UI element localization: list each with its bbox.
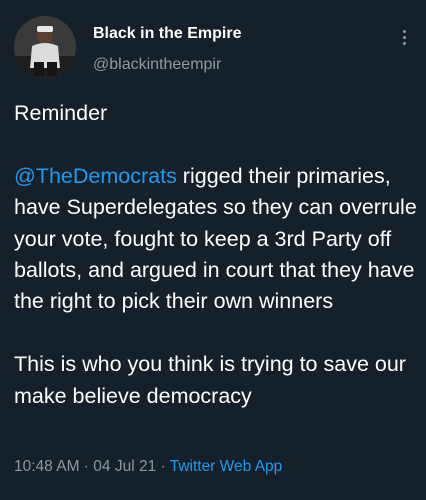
- tweet-meta: 10:48 AM · 04 Jul 21 · Twitter Web App: [14, 458, 282, 476]
- tweet-date[interactable]: 04 Jul 21: [93, 458, 156, 475]
- source-app-link[interactable]: Twitter Web App: [170, 458, 283, 475]
- tweet: Black in the Empire @blackintheempir Rem…: [0, 0, 426, 500]
- meta-separator: ·: [79, 458, 94, 475]
- meta-separator: ·: [156, 458, 170, 475]
- tweet-paragraph-main: @TheDemocrats rigged their primaries, ha…: [14, 161, 419, 318]
- tweet-line-reminder: Reminder: [14, 101, 108, 125]
- mention-link[interactable]: @TheDemocrats: [14, 164, 177, 188]
- display-name[interactable]: Black in the Empire: [93, 25, 242, 43]
- tweet-text: Reminder @TheDemocrats rigged their prim…: [14, 98, 419, 412]
- avatar-image: [14, 16, 76, 78]
- tweet-time[interactable]: 10:48 AM: [14, 458, 80, 475]
- user-handle[interactable]: @blackintheempir: [93, 56, 221, 74]
- tweet-paragraph-closing: This is who you think is trying to save …: [14, 352, 406, 408]
- more-vertical-icon: [402, 29, 406, 45]
- more-options-button[interactable]: [392, 24, 416, 50]
- avatar[interactable]: [14, 16, 76, 78]
